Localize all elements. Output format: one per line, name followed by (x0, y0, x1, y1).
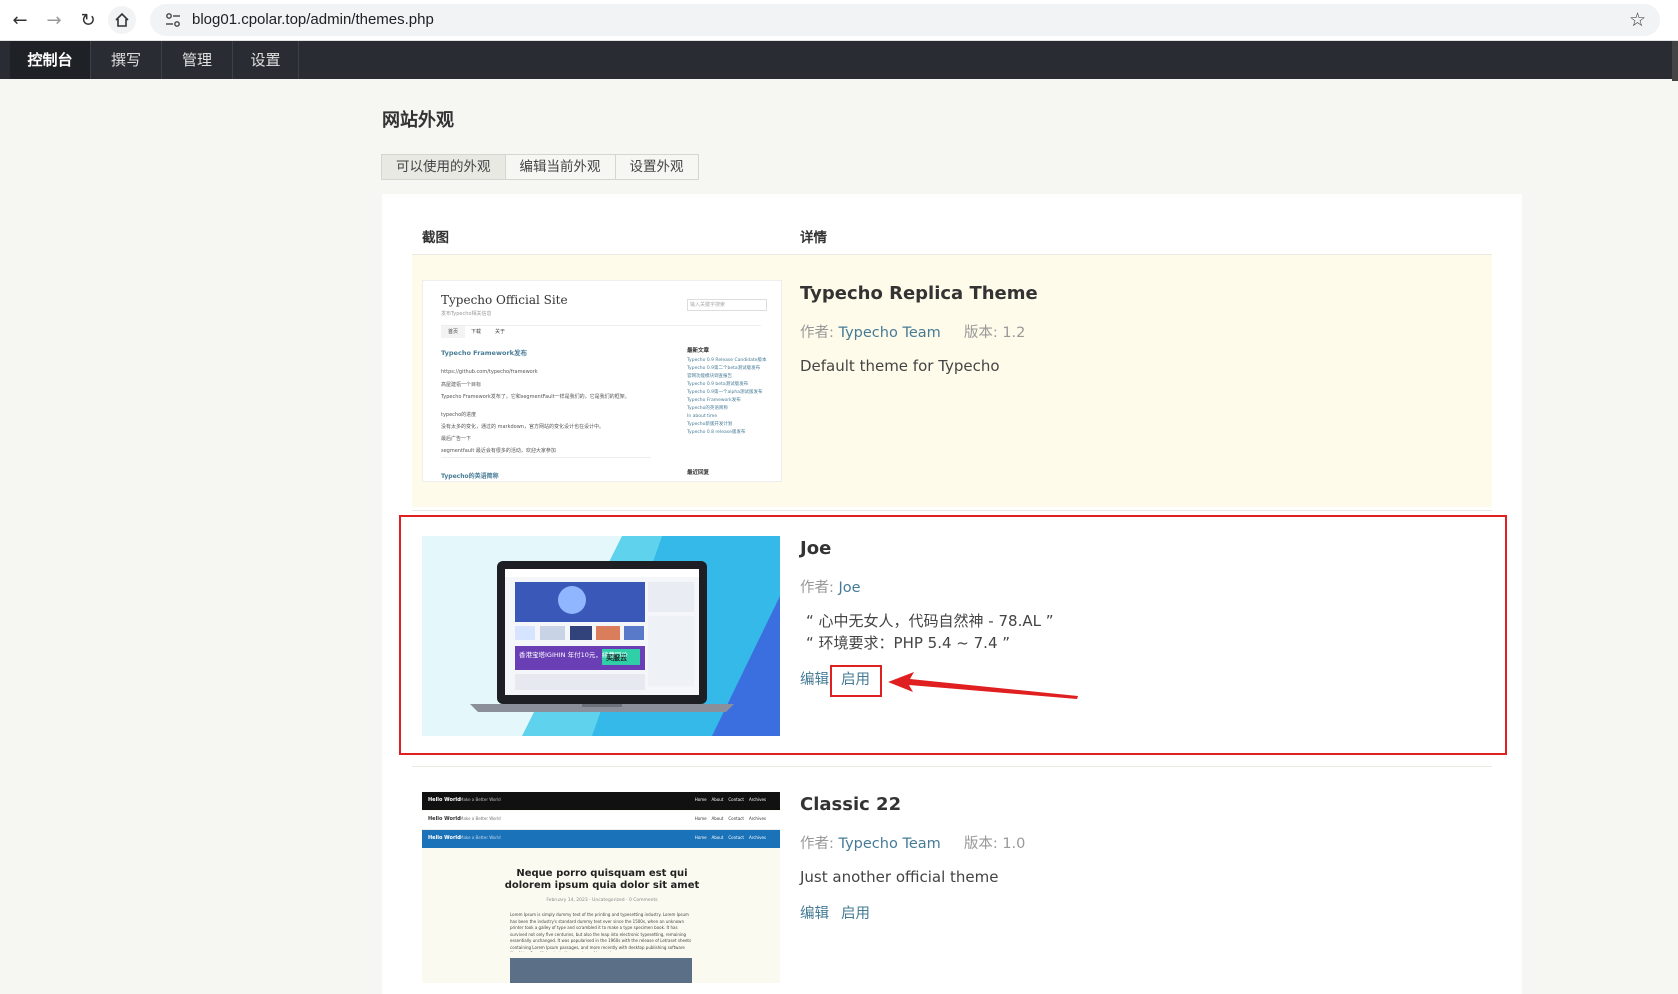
theme-version: 1.2 (1002, 325, 1026, 341)
menu-item-dashboard[interactable]: 控制台 (10, 41, 91, 79)
classic-post-image (510, 958, 692, 983)
classic-nav-item: About (711, 797, 724, 802)
theme-tabs: 可以使用的外观 编辑当前外观 设置外观 (381, 154, 699, 180)
menu-item-write[interactable]: 撰写 (91, 41, 162, 79)
theme-name: Classic 22 (800, 794, 902, 815)
classic-nav-item: Contact (728, 797, 744, 802)
menu-item-manage[interactable]: 管理 (162, 41, 233, 79)
thumb-sidebar-item: Typecho 0.9第二个beta测试版发布 (687, 366, 761, 371)
thumb-sidebar-item: 官网功能模块调查报告 (687, 374, 732, 379)
edit-theme-link[interactable]: 编辑 (800, 906, 829, 922)
classic-post-title: Neque porro quisquam est qui dolorem ips… (504, 868, 700, 891)
theme-row-classic22: Hello World Make a Better World Home About C… (412, 767, 1492, 983)
reload-icon[interactable]: ↻ (74, 6, 102, 34)
column-header-details: 详情 (800, 230, 827, 246)
thumb-sidebar-item: Typecho Framework发布 (687, 398, 741, 403)
classic-tagline: Make a Better World (460, 797, 501, 802)
theme-description: Just another official theme (800, 868, 999, 886)
thumb-sidebar-item: In about time (687, 414, 718, 419)
classic-nav-item: Home (694, 797, 707, 802)
theme-meta: 作者: Typecho Team 版本: 1.2 (800, 325, 1026, 341)
address-bar[interactable]: blog01.cpolar.top/admin/themes.php ☆ (150, 4, 1660, 36)
column-header-screenshot: 截图 (422, 230, 449, 246)
tab-theme-settings[interactable]: 设置外观 (614, 154, 699, 180)
thumb-sidebar-item: Typecho 0.8 release版发布 (687, 430, 746, 435)
annotation-enable-box (830, 665, 882, 697)
theme-screenshot-classic22: Hello World Make a Better World Home About C… (422, 792, 780, 983)
classic-nav-item: Archives (748, 835, 766, 840)
home-icon[interactable] (108, 6, 136, 34)
thumb-sidebar-item: Typecho 0.9 beta测试版发布 (687, 382, 749, 387)
admin-menu: 控制台 撰写 管理 设置 (0, 41, 1678, 79)
back-icon[interactable]: ← (6, 6, 34, 34)
classic-brand: Hello World (428, 816, 461, 822)
url-text: blog01.cpolar.top/admin/themes.php (192, 11, 434, 28)
classic-nav-item: Home (694, 816, 707, 821)
thumb-sidebar-item: Typecho的英语简称 (687, 406, 728, 411)
theme-details-typecho: Typecho Replica Theme 作者: Typecho Team 版… (800, 283, 1038, 377)
theme-actions: 编辑 启用 (800, 902, 1025, 923)
forward-icon[interactable]: → (40, 6, 68, 34)
thumb-sidebar-item: Typecho 0.9 Release Candidate版本发布 (687, 358, 767, 363)
annotation-highlight-box (399, 515, 1507, 755)
theme-meta: 作者: Typecho Team 版本: 1.0 (800, 836, 1026, 852)
thumb-sidebar-item: Typecho新版开发计划 (687, 422, 733, 427)
classic-nav-item: Archives (748, 816, 766, 821)
site-settings-icon[interactable] (164, 11, 182, 29)
theme-name: Typecho Replica Theme (800, 283, 1038, 304)
classic-brand: Hello World (428, 797, 461, 803)
classic-nav-item: Archives (748, 797, 766, 802)
classic-nav: Home About Contact Archives (690, 816, 766, 821)
classic-tagline: Make a Better World (460, 835, 501, 840)
scrollbar[interactable] (1672, 41, 1678, 81)
thumb-search-input: 输入关键字搜索 (687, 299, 767, 311)
theme-row-typecho-replica: Typecho Official Site 发布Typecho相关信息 输入关键… (412, 255, 1492, 507)
thumb-sidebar-item: Typecho 0.9第一个alpha测试版发布 (687, 390, 763, 395)
classic-nav: Home About Contact Archives (690, 797, 766, 802)
classic-nav-item: About (711, 816, 724, 821)
theme-screenshot-typecho: Typecho Official Site 发布Typecho相关信息 输入关键… (422, 280, 782, 482)
page-title: 网站外观 (382, 110, 454, 131)
theme-details-classic22: Classic 22 作者: Typecho Team 版本: 1.0 Just… (800, 794, 1025, 923)
bookmark-star-icon[interactable]: ☆ (1629, 9, 1646, 31)
menu-item-settings[interactable]: 设置 (233, 41, 299, 79)
thumb-sidebar-list: Typecho 0.9 Release Candidate版本发布 Typecho… (687, 357, 767, 437)
author-link[interactable]: Typecho Team (839, 325, 941, 341)
classic-brand: Hello World (428, 835, 461, 841)
classic-tagline: Make a Better World (460, 816, 501, 821)
classic-nav-item: About (711, 835, 724, 840)
author-link[interactable]: Typecho Team (839, 836, 941, 852)
tab-available-themes[interactable]: 可以使用的外观 (381, 154, 506, 180)
classic-nav: Home About Contact Archives (690, 835, 766, 840)
annotation-arrow-icon (888, 672, 1078, 699)
classic-nav-item: Home (694, 835, 707, 840)
theme-description: Default theme for Typecho (800, 357, 1000, 375)
tab-edit-current-theme[interactable]: 编辑当前外观 (504, 154, 616, 180)
theme-version: 1.0 (1002, 836, 1026, 852)
browser-toolbar: ← → ↻ blog01.cpolar.top/admin/themes.php… (0, 0, 1678, 41)
classic-nav-item: Contact (728, 835, 744, 840)
enable-theme-link[interactable]: 启用 (841, 906, 870, 922)
classic-nav-item: Contact (728, 816, 744, 821)
